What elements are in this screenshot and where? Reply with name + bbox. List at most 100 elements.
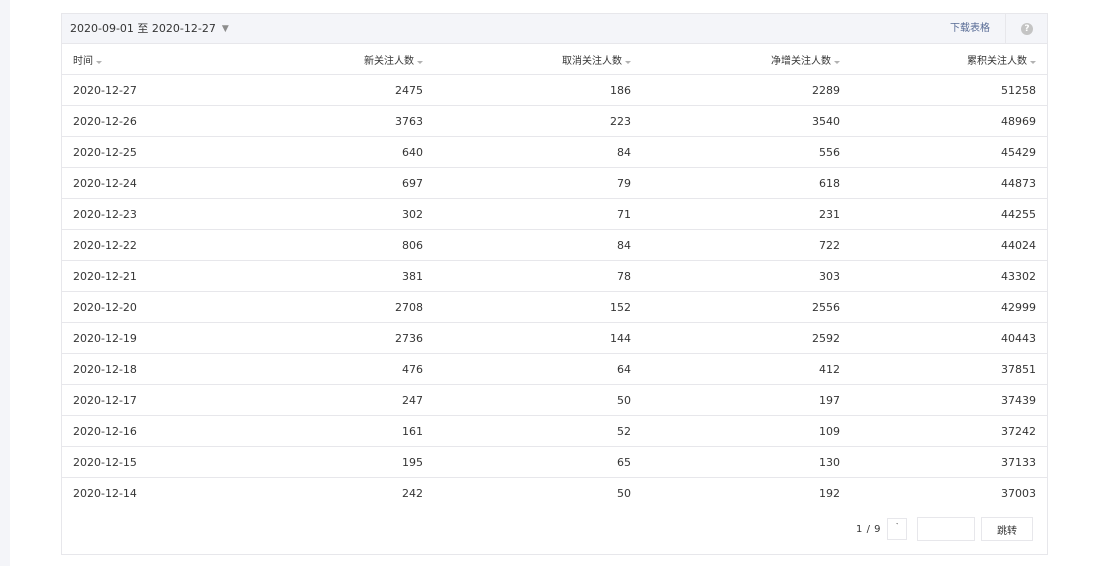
help-icon[interactable]: ? xyxy=(1021,23,1033,35)
column-header[interactable]: 新关注人数 xyxy=(233,44,423,75)
table-row: 2020-12-17 247 50 197 37439 xyxy=(62,384,1047,416)
table-cell: 45429 xyxy=(840,136,1047,168)
table-cell: 44024 xyxy=(840,229,1047,261)
column-header[interactable]: 净增关注人数 xyxy=(631,44,840,75)
table-cell: 40443 xyxy=(840,322,1047,354)
next-page-button[interactable]: ˺ xyxy=(887,518,907,540)
table-cell: 84 xyxy=(423,229,631,261)
column-header-label: 净增关注人数 xyxy=(771,55,831,67)
table-cell: 50 xyxy=(617,486,631,500)
table-cell: 231 xyxy=(631,198,840,230)
table-cell: 3540 xyxy=(631,105,840,137)
table-cell: 37851 xyxy=(840,353,1047,385)
table-cell: 64 xyxy=(423,353,631,385)
table-row: 2020-12-20 2708 152 2556 42999 xyxy=(62,291,1047,323)
table-cell: 43302 xyxy=(840,260,1047,292)
table-cell: 476 xyxy=(233,353,423,385)
table-cell: 71 xyxy=(423,198,631,230)
table-cell: 79 xyxy=(423,167,631,199)
table-cell: 2020-12-22 xyxy=(62,229,233,261)
table-cell: 2020-12-25 xyxy=(62,136,233,168)
column-header[interactable]: 累积关注人数 xyxy=(840,44,1047,75)
table-cell: 618 xyxy=(631,167,840,199)
table-cell: 130 xyxy=(631,446,840,478)
table-cell: 302 xyxy=(233,198,423,230)
stats-table-panel: 2020-09-01 至 2020-12-27 ▼ 下载表格 ? 时间 新关注人数 取… xyxy=(61,13,1048,555)
page-info: 1 / 9 xyxy=(856,523,881,535)
table-cell: 50 xyxy=(423,384,631,416)
page-jump-input[interactable] xyxy=(917,517,975,541)
table-cell: 2020-12-21 xyxy=(62,260,233,292)
table-cell: 51258 xyxy=(840,74,1047,106)
table-cell: 186 xyxy=(423,74,631,106)
table-body: 2020-12-27 2475 186 2289 51258 2020-12-26 3763… xyxy=(62,74,1047,509)
column-header[interactable]: 时间 xyxy=(62,44,233,75)
table-cell: 37133 xyxy=(840,446,1047,478)
table-cell: 37242 xyxy=(840,415,1047,447)
table-cell: 2020-12-26 xyxy=(62,105,233,137)
table-cell: 195 xyxy=(233,446,423,478)
sort-arrow-icon xyxy=(834,60,840,64)
table-cell: 806 xyxy=(233,229,423,261)
column-header[interactable]: 取消关注人数 xyxy=(423,44,631,75)
table-row: 2020-12-27 2475 186 2289 51258 xyxy=(62,74,1047,106)
caret-down-icon: ▼ xyxy=(221,24,229,34)
table-cell: 44873 xyxy=(840,167,1047,199)
table-cell: 556 xyxy=(631,136,840,168)
table-row: 2020-12-23 302 71 231 44255 xyxy=(62,198,1047,230)
table-cell: 2020-12-27 xyxy=(62,74,233,106)
column-header-label: 新关注人数 xyxy=(364,55,414,67)
table-cell: 37003 xyxy=(1001,486,1036,500)
table-cell: 2289 xyxy=(631,74,840,106)
table-row: 2020-12-15 195 65 130 37133 xyxy=(62,446,1047,478)
left-sidebar-edge xyxy=(0,0,10,566)
date-range-picker[interactable]: 2020-09-01 至 2020-12-27 ▼ xyxy=(70,14,229,44)
jump-button[interactable]: 跳转 xyxy=(981,517,1033,541)
help-cell: ? xyxy=(1005,14,1047,43)
table-cell: 52 xyxy=(423,415,631,447)
table-cell: 2592 xyxy=(631,322,840,354)
table-toolbar: 2020-09-01 至 2020-12-27 ▼ 下载表格 ? xyxy=(62,14,1047,44)
next-page-icon: ˺ xyxy=(895,522,899,531)
table-cell: 192 xyxy=(819,486,840,500)
table-cell: 144 xyxy=(423,322,631,354)
table-cell: 78 xyxy=(423,260,631,292)
sort-arrow-icon xyxy=(96,60,102,64)
table-cell: 2020-12-19 xyxy=(62,322,233,354)
table-cell: 48969 xyxy=(840,105,1047,137)
table-cell: 697 xyxy=(233,167,423,199)
table-cell: 247 xyxy=(233,384,423,416)
table-row: 2020-12-19 2736 144 2592 40443 xyxy=(62,322,1047,354)
table-cell: 640 xyxy=(233,136,423,168)
table-row: 2020-12-14 242 50 192 37003 xyxy=(62,478,1047,509)
table-cell: 109 xyxy=(631,415,840,447)
table-cell: 2556 xyxy=(631,291,840,323)
table-cell: 197 xyxy=(631,384,840,416)
column-header-label: 累积关注人数 xyxy=(967,55,1027,67)
table-cell: 2020-12-15 xyxy=(62,446,233,478)
table-cell: 161 xyxy=(233,415,423,447)
column-header-label: 取消关注人数 xyxy=(562,55,622,67)
table-cell: 2708 xyxy=(233,291,423,323)
table-cell: 44255 xyxy=(840,198,1047,230)
table-cell: 223 xyxy=(423,105,631,137)
table-row: 2020-12-22 806 84 722 44024 xyxy=(62,229,1047,261)
table-header-row: 时间 新关注人数 取消关注人数 净增关注人数 累积关注人数 xyxy=(62,44,1047,75)
table-cell: 3763 xyxy=(233,105,423,137)
table-row: 2020-12-16 161 52 109 37242 xyxy=(62,415,1047,447)
table-cell: 152 xyxy=(423,291,631,323)
table-cell: 2020-12-24 xyxy=(62,167,233,199)
sort-arrow-icon xyxy=(625,60,631,64)
table-cell: 42999 xyxy=(840,291,1047,323)
table-cell: 2736 xyxy=(233,322,423,354)
table-row: 2020-12-21 381 78 303 43302 xyxy=(62,260,1047,292)
table-cell: 303 xyxy=(631,260,840,292)
pagination: 1 / 9 ˺ 跳转 xyxy=(856,517,1033,541)
table-cell: 242 xyxy=(402,486,423,500)
download-table-link[interactable]: 下载表格 xyxy=(950,14,990,44)
table-cell: 2475 xyxy=(233,74,423,106)
table-cell: 2020-12-18 xyxy=(62,353,233,385)
data-table: 时间 新关注人数 取消关注人数 净增关注人数 累积关注人数 2020-12-27 2475… xyxy=(62,44,1047,508)
table-cell: 37439 xyxy=(840,384,1047,416)
table-cell: 2020-12-14 xyxy=(73,486,137,500)
